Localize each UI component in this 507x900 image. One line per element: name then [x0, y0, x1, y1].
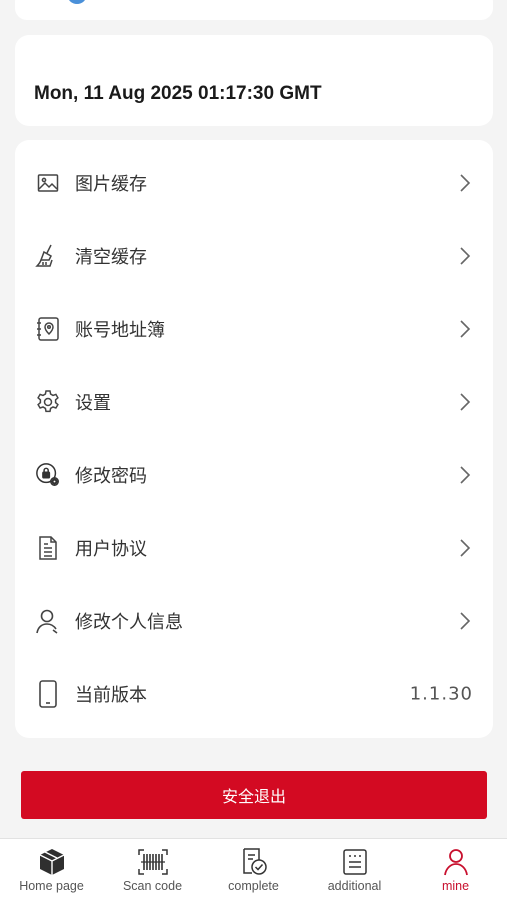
menu-item-label: 用户协议 — [75, 538, 147, 560]
menu-item-user-agreement[interactable]: 用户协议 — [15, 511, 493, 584]
tab-mine[interactable]: mine — [405, 839, 506, 900]
lock-gear-icon — [35, 462, 61, 488]
list-doc-icon — [339, 847, 371, 877]
menu-item-edit-profile[interactable]: 修改个人信息 — [15, 584, 493, 657]
menu-item-label: 图片缓存 — [75, 173, 147, 195]
tab-complete[interactable]: complete — [203, 839, 304, 900]
menu-item-change-password[interactable]: 修改密码 — [15, 438, 493, 511]
chevron-right-icon — [460, 246, 471, 265]
tab-scan-code[interactable]: Scan code — [102, 839, 203, 900]
chevron-right-icon — [460, 465, 471, 484]
menu-item-settings[interactable]: 设置 — [15, 365, 493, 438]
address-book-icon — [35, 316, 61, 342]
barcode-icon — [137, 847, 169, 877]
tab-label: complete — [228, 879, 279, 893]
chevron-right-icon — [460, 173, 471, 192]
menu-item-address-book[interactable]: 账号地址簿 — [15, 292, 493, 365]
top-card-partial — [15, 0, 493, 20]
tab-label: additional — [327, 879, 382, 893]
menu-item-label: 设置 — [75, 392, 111, 414]
tab-label: Scan code — [122, 879, 183, 893]
logout-button[interactable]: 安全退出 — [21, 771, 487, 819]
menu-card: 图片缓存 清空缓存 账号地址簿 设置 修改密码 用户协议 修改个人信息 当前版本… — [15, 140, 493, 738]
chevron-right-icon — [460, 611, 471, 630]
check-doc-icon — [238, 847, 270, 877]
avatar-partial-icon — [67, 0, 87, 4]
gear-icon — [35, 389, 61, 415]
tab-label: mine — [441, 879, 470, 893]
tab-label: Home page — [19, 879, 84, 893]
menu-item-label: 当前版本 — [75, 684, 147, 706]
menu-item-image-cache[interactable]: 图片缓存 — [15, 146, 493, 219]
package-icon — [36, 847, 68, 877]
image-icon — [35, 170, 61, 196]
bottom-tab-bar: Home page Scan code complete additional … — [0, 838, 507, 900]
tab-home[interactable]: Home page — [1, 839, 102, 900]
user-icon — [35, 608, 61, 634]
document-icon — [35, 535, 61, 561]
menu-item-label: 账号地址簿 — [75, 319, 165, 341]
version-value: 1.1.30 — [409, 683, 473, 704]
chevron-right-icon — [460, 392, 471, 411]
tab-additional[interactable]: additional — [304, 839, 405, 900]
chevron-right-icon — [460, 319, 471, 338]
menu-item-current-version: 当前版本 1.1.30 — [15, 657, 493, 730]
menu-item-label: 修改个人信息 — [75, 611, 183, 633]
broom-icon — [35, 243, 61, 269]
date-card: Mon, 11 Aug 2025 01:17:30 GMT — [15, 35, 493, 126]
phone-icon — [35, 679, 61, 708]
menu-item-label: 修改密码 — [75, 465, 147, 487]
person-icon — [440, 847, 472, 877]
menu-item-clear-cache[interactable]: 清空缓存 — [15, 219, 493, 292]
chevron-right-icon — [460, 538, 471, 557]
menu-item-label: 清空缓存 — [75, 246, 147, 268]
date-text: Mon, 11 Aug 2025 01:17:30 GMT — [34, 83, 322, 104]
